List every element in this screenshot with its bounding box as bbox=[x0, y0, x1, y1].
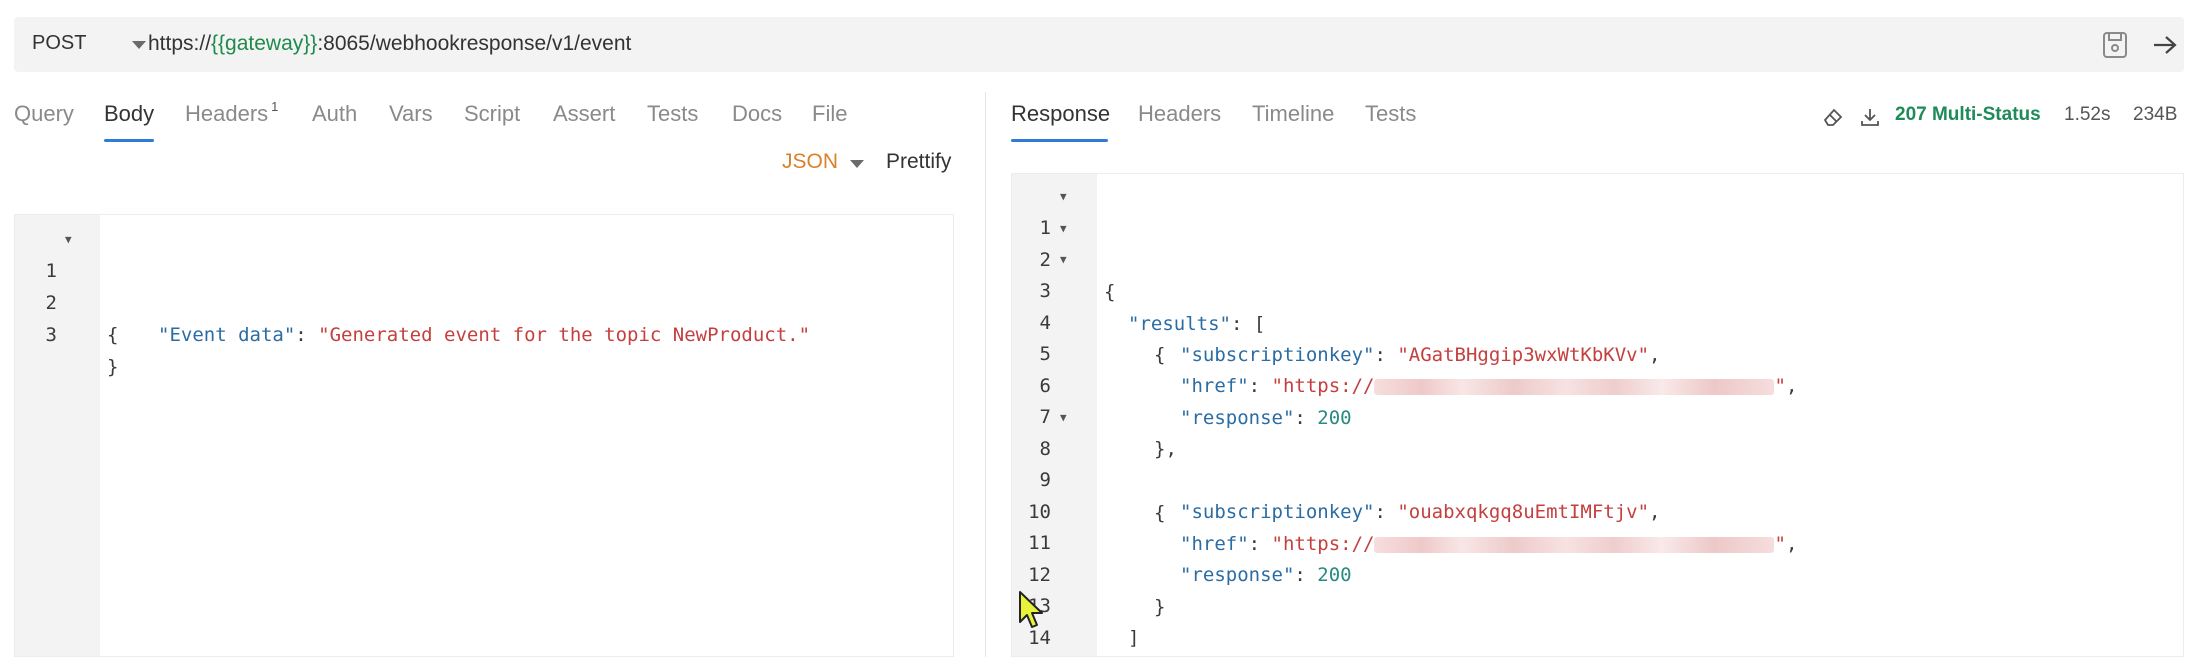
url-bar: POST https://{{gateway}}:8065/webhookres… bbox=[14, 17, 2184, 72]
method-select[interactable]: POST bbox=[32, 32, 86, 55]
response-viewer[interactable]: 1 ▼ { 2 ▼ "results": [ 3 ▼ { 4 "subscrip… bbox=[1011, 173, 2184, 657]
tab-vars[interactable]: Vars bbox=[389, 101, 433, 127]
response-size: 234B bbox=[2133, 104, 2178, 125]
tab-tests[interactable]: Tests bbox=[647, 101, 698, 127]
body-editor[interactable]: 1 ▼ { 2 "Event data": "Generated event f… bbox=[14, 214, 954, 657]
tab-auth[interactable]: Auth bbox=[312, 101, 357, 127]
prettify-button[interactable]: Prettify bbox=[886, 150, 951, 174]
fold-arrow-icon[interactable]: ▼ bbox=[1060, 181, 1067, 213]
tab-file[interactable]: File bbox=[812, 101, 847, 127]
fold-arrow-icon[interactable]: ▼ bbox=[1060, 402, 1067, 434]
response-time: 1.52s bbox=[2064, 104, 2111, 125]
headers-count-badge: 1 bbox=[271, 99, 279, 114]
tab-headers[interactable]: Headers 1 bbox=[185, 99, 279, 127]
active-tab-indicator bbox=[1011, 139, 1108, 142]
pane-divider[interactable] bbox=[985, 92, 986, 657]
tab-body[interactable]: Body bbox=[104, 101, 154, 127]
send-arrow-icon[interactable] bbox=[2150, 31, 2180, 59]
chevron-down-icon[interactable] bbox=[850, 160, 864, 168]
tab-docs[interactable]: Docs bbox=[732, 101, 782, 127]
fold-arrow-icon[interactable]: ▼ bbox=[1060, 213, 1067, 245]
fold-arrow-icon[interactable]: ▼ bbox=[1060, 244, 1067, 276]
eraser-icon[interactable] bbox=[1822, 106, 1844, 128]
mouse-cursor-icon bbox=[1019, 591, 1043, 628]
tab-script[interactable]: Script bbox=[464, 101, 520, 127]
active-tab-indicator bbox=[104, 139, 154, 142]
body-line: "Event data": "Generated event for the t… bbox=[158, 324, 811, 346]
save-icon[interactable] bbox=[2102, 31, 2128, 59]
chevron-down-icon[interactable] bbox=[132, 41, 146, 49]
tab-assert[interactable]: Assert bbox=[553, 101, 615, 127]
tab-response-headers[interactable]: Headers bbox=[1138, 101, 1221, 127]
tab-timeline[interactable]: Timeline bbox=[1252, 101, 1334, 127]
fold-arrow-icon[interactable]: ▼ bbox=[65, 224, 72, 256]
tab-response-tests[interactable]: Tests bbox=[1365, 101, 1416, 127]
status-badge: 207 Multi-Status bbox=[1895, 104, 2041, 125]
body-mode-select[interactable]: JSON bbox=[782, 150, 838, 174]
download-icon[interactable] bbox=[1859, 106, 1881, 128]
tab-response[interactable]: Response bbox=[1011, 101, 1110, 127]
url-variable: {{gateway}} bbox=[211, 32, 318, 55]
url-input[interactable]: https://{{gateway}}:8065/webhookresponse… bbox=[148, 32, 631, 56]
tab-query[interactable]: Query bbox=[14, 101, 74, 127]
